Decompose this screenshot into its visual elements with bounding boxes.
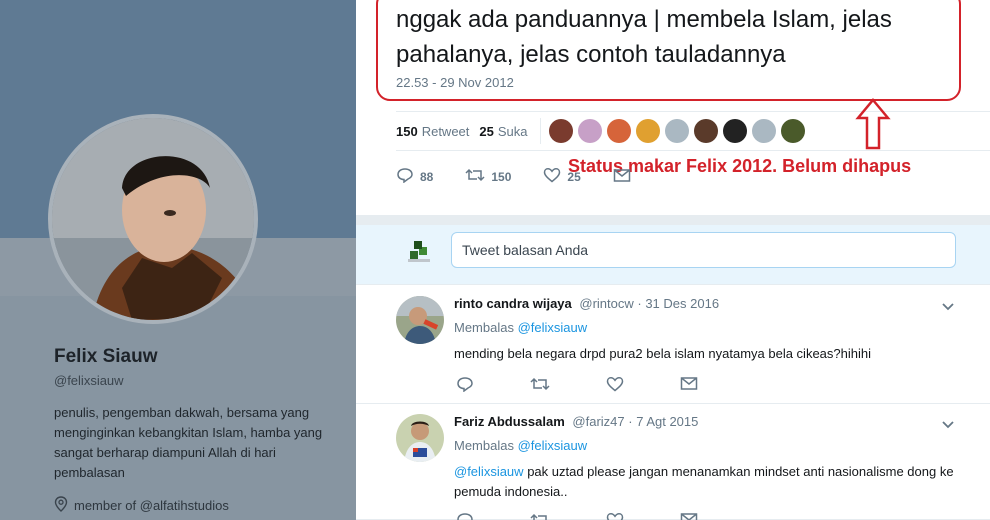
reply-header: Fariz Abdussalam @fariz47 · 7 Agt 2015 bbox=[454, 414, 698, 429]
reply-text: mending bela negara drpd pura2 bela isla… bbox=[454, 344, 964, 364]
replying-to: Membalas @felixsiauw bbox=[454, 320, 587, 335]
heart-icon[interactable] bbox=[606, 512, 624, 520]
liker-avatar[interactable] bbox=[780, 119, 805, 143]
retweet-stat[interactable]: 150 Retweet bbox=[396, 124, 469, 139]
reply-icon[interactable] bbox=[456, 512, 474, 520]
reply-input[interactable] bbox=[451, 232, 956, 268]
tweet-stats: 150 Retweet 25 Suka bbox=[396, 111, 990, 151]
tweet-actions: 88 150 25 bbox=[396, 167, 663, 186]
replying-to: Membalas @felixsiauw bbox=[454, 438, 587, 453]
reply-actions bbox=[456, 512, 698, 520]
retweet-icon[interactable] bbox=[530, 512, 550, 520]
replying-to-label: Membalas bbox=[454, 438, 514, 453]
chevron-down-icon[interactable] bbox=[940, 416, 956, 432]
liker-avatar[interactable] bbox=[635, 119, 660, 143]
annotation-up-arrow-icon bbox=[855, 98, 891, 150]
profile-panel: Felix Siauw @felixsiauw penulis, pengemb… bbox=[0, 0, 356, 520]
reply-author-avatar[interactable] bbox=[396, 414, 444, 462]
retweet-action-count: 150 bbox=[491, 169, 512, 184]
reply-author-avatar[interactable] bbox=[396, 296, 444, 344]
envelope-icon bbox=[613, 168, 631, 186]
like-stat-label: Suka bbox=[497, 123, 528, 139]
stats-divider bbox=[539, 118, 541, 144]
like-count: 25 bbox=[479, 123, 494, 139]
liker-avatar[interactable] bbox=[606, 119, 631, 143]
reply-actions bbox=[456, 376, 698, 397]
annotation-highlight-box bbox=[376, 0, 961, 101]
reply-header: rinto candra wijaya @rintocw · 31 Des 20… bbox=[454, 296, 719, 311]
likers-avatars bbox=[548, 119, 810, 143]
reply-date[interactable]: · 31 Des 2016 bbox=[637, 296, 719, 311]
reply-body: pak uztad please jangan menanamkan minds… bbox=[454, 464, 954, 499]
replying-to-link[interactable]: @felixsiauw bbox=[518, 320, 588, 335]
profile-bio: penulis, pengemban dakwah, bersama yang … bbox=[54, 405, 323, 480]
like-action[interactable]: 25 bbox=[543, 167, 581, 186]
tweet-detail-column: nggak ada panduannya | membela Islam, je… bbox=[356, 0, 990, 520]
location-pin-icon bbox=[54, 496, 68, 515]
current-user-avatar-icon[interactable] bbox=[406, 237, 432, 263]
liker-avatar[interactable] bbox=[577, 119, 602, 143]
liker-avatar[interactable] bbox=[664, 119, 689, 143]
reply-author-name[interactable]: rinto candra wijaya bbox=[454, 296, 572, 311]
retweet-count: 150 bbox=[396, 123, 418, 139]
liker-avatar[interactable] bbox=[722, 119, 747, 143]
profile-location: member of @alfatihstudios bbox=[54, 496, 229, 515]
chevron-down-icon[interactable] bbox=[940, 298, 956, 314]
reply-composer bbox=[356, 225, 990, 285]
reply-tweet[interactable]: rinto candra wijaya @rintocw · 31 Des 20… bbox=[356, 286, 990, 404]
reply-text: @felixsiauw pak uztad please jangan mena… bbox=[454, 462, 964, 502]
liker-avatar[interactable] bbox=[751, 119, 776, 143]
heart-icon[interactable] bbox=[606, 376, 624, 397]
reply-body: mending bela negara drpd pura2 bela isla… bbox=[454, 346, 871, 361]
envelope-icon[interactable] bbox=[680, 376, 698, 397]
profile-location-text: member of @alfatihstudios bbox=[74, 498, 229, 513]
replying-to-link[interactable]: @felixsiauw bbox=[518, 438, 588, 453]
replying-to-label: Membalas bbox=[454, 320, 514, 335]
profile-name[interactable]: Felix Siauw bbox=[54, 346, 157, 368]
reply-icon[interactable] bbox=[456, 376, 474, 397]
profile-handle: @felixsiauw bbox=[54, 373, 124, 388]
reply-mention[interactable]: @felixsiauw bbox=[454, 464, 524, 479]
reply-author-name[interactable]: Fariz Abdussalam bbox=[454, 414, 565, 429]
direct-message-action[interactable] bbox=[613, 168, 631, 186]
like-stat[interactable]: 25 Suka bbox=[479, 124, 527, 139]
reply-action[interactable]: 88 bbox=[396, 167, 433, 186]
envelope-icon[interactable] bbox=[680, 512, 698, 520]
reply-author-handle: @rintocw bbox=[579, 296, 634, 311]
retweet-icon[interactable] bbox=[530, 376, 550, 397]
heart-icon bbox=[543, 167, 561, 186]
retweet-stat-label: Retweet bbox=[421, 123, 470, 139]
reply-action-count: 88 bbox=[420, 169, 434, 184]
profile-avatar[interactable] bbox=[48, 114, 258, 324]
section-divider bbox=[356, 215, 990, 225]
like-action-count: 25 bbox=[567, 169, 581, 184]
reply-author-handle: @fariz47 bbox=[572, 414, 625, 429]
reply-tweet[interactable]: Fariz Abdussalam @fariz47 · 7 Agt 2015 M… bbox=[356, 404, 990, 520]
liker-avatar[interactable] bbox=[548, 119, 573, 143]
reply-icon bbox=[396, 167, 414, 186]
retweet-action[interactable]: 150 bbox=[465, 167, 511, 186]
liker-avatar[interactable] bbox=[693, 119, 718, 143]
retweet-icon bbox=[465, 167, 485, 186]
reply-date[interactable]: · 7 Agt 2015 bbox=[628, 414, 698, 429]
